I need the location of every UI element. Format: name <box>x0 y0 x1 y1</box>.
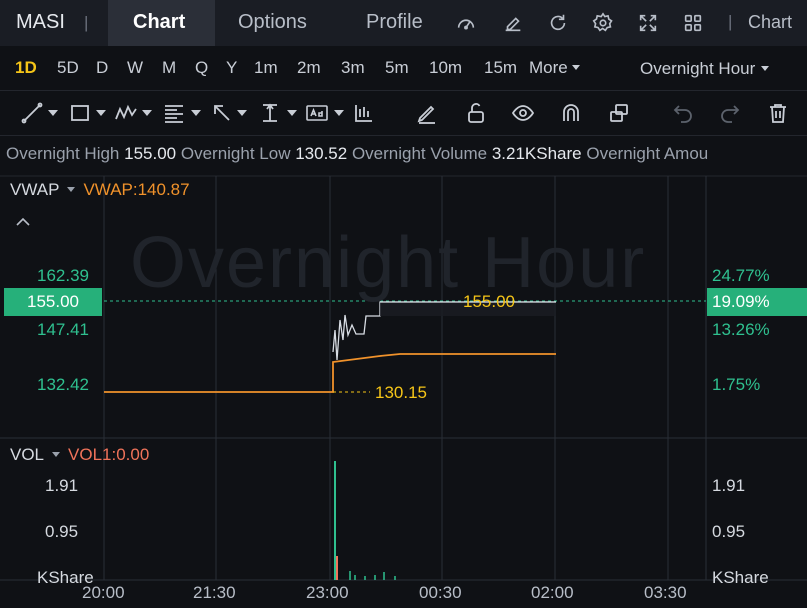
vol-axis-label: 1.91 <box>45 476 79 495</box>
x-axis-label: 03:30 <box>644 583 687 602</box>
high-annotation: 155.00 <box>463 292 515 311</box>
chart-canvas[interactable] <box>0 0 807 608</box>
vwap-indicator-label[interactable]: VWAP VWAP:140.87 <box>10 180 190 200</box>
chevron-down-icon[interactable] <box>67 187 76 193</box>
vol-axis-label: 0.95 <box>712 522 746 541</box>
current-price-tag: 155.00 <box>4 288 102 316</box>
chevron-up-icon[interactable] <box>16 217 30 226</box>
x-axis-label: 02:00 <box>531 583 574 602</box>
y-axis-label: 147.41 <box>37 320 89 339</box>
y-axis-label: 162.39 <box>37 266 89 285</box>
x-axis-label: 00:30 <box>419 583 462 602</box>
vol-axis-label: 0.95 <box>45 522 79 541</box>
chevron-down-icon[interactable] <box>52 452 61 458</box>
vol-indicator-label[interactable]: VOL VOL1:0.00 <box>10 445 149 465</box>
low-annotation: 130.15 <box>375 383 427 402</box>
vwap-value: VWAP:140.87 <box>83 180 190 199</box>
y-axis-label: 132.42 <box>37 375 89 394</box>
session-watermark: Overnight Hour <box>130 223 647 303</box>
current-pct-tag: 19.09% <box>707 288 807 316</box>
vol-axis-unit: KShare <box>712 568 769 587</box>
pct-axis-label: 13.26% <box>712 320 770 339</box>
x-axis-label: 21:30 <box>193 583 236 602</box>
vol-name: VOL <box>10 445 45 464</box>
x-axis-label: 20:00 <box>82 583 125 602</box>
pct-axis-label: 1.75% <box>712 375 761 394</box>
x-axis-label: 23:00 <box>306 583 349 602</box>
vol-axis-label: 1.91 <box>712 476 746 495</box>
vwap-name: VWAP <box>10 180 60 199</box>
pct-axis-label: 24.77% <box>712 266 770 285</box>
vol-value: VOL1:0.00 <box>68 445 150 464</box>
